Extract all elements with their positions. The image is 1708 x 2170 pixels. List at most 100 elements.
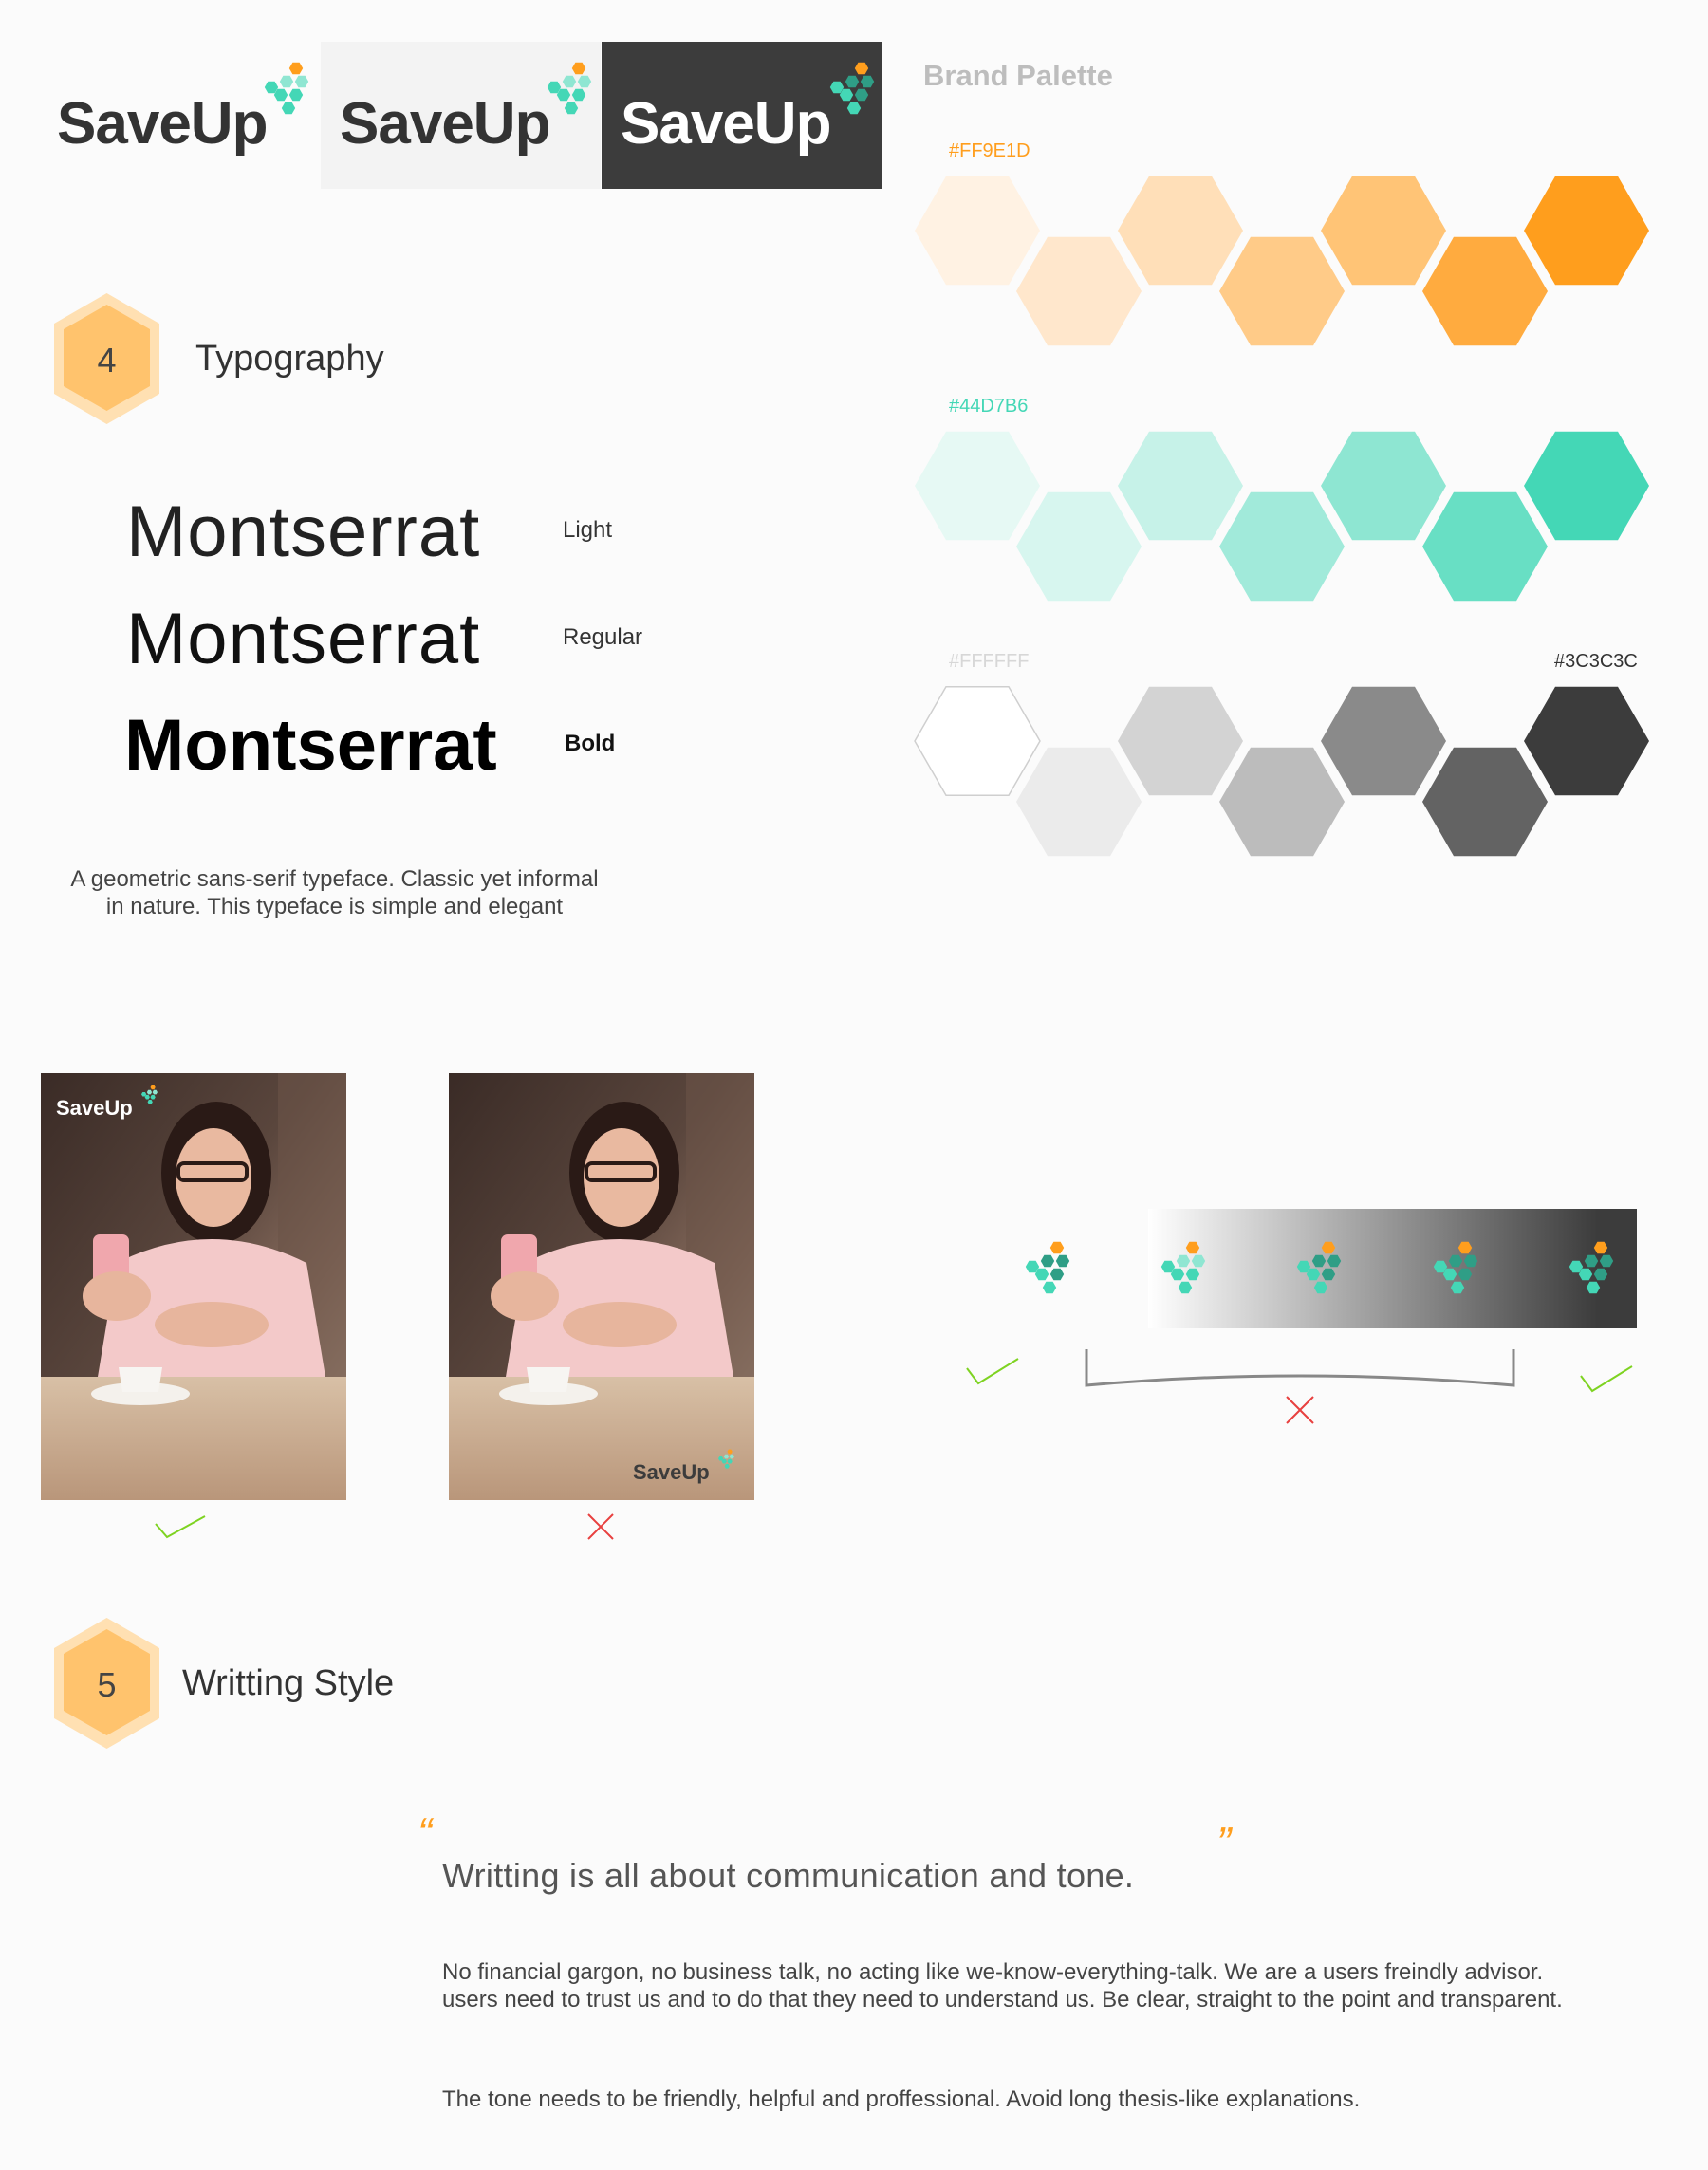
check-icon: [1580, 1365, 1633, 1393]
palette-swatches: [915, 431, 1649, 602]
hexagon-cluster-icon: [547, 62, 592, 115]
font-weight-label-light: Light: [563, 517, 613, 543]
hexagon-shape: [1219, 236, 1345, 346]
hexagon-shape: [1422, 236, 1548, 346]
hexagon-shape: [279, 75, 294, 88]
hexagon-shape: [854, 88, 869, 102]
cross-icon: [587, 1513, 614, 1540]
section-badge-typography: 4: [52, 291, 161, 426]
section-badge-writing: 5: [52, 1616, 161, 1751]
hexagon-shape: [1586, 1281, 1601, 1294]
logo-wordmark: SaveUp: [340, 91, 550, 157]
quote-open-icon: “: [418, 1808, 433, 1858]
hexagon-shape: [1524, 686, 1649, 796]
check-icon: [155, 1515, 206, 1539]
hexagon-shape: [1219, 491, 1345, 602]
hexagon-shape: [1055, 1254, 1070, 1268]
hexagon-shape: [571, 88, 586, 102]
typography-description: A geometric sans-serif typeface. Classic…: [70, 866, 599, 919]
hexagon-shape: [1311, 1254, 1327, 1268]
hexagon-shape: [1313, 1281, 1328, 1294]
hexagon-shape: [564, 102, 579, 115]
font-sample-regular: Montserrat: [126, 599, 481, 679]
logo-wordmark: SaveUp: [621, 91, 831, 157]
hexagon-shape: [1321, 176, 1446, 286]
hexagon-shape: [1118, 686, 1243, 796]
palette-swatches: [915, 176, 1649, 346]
hexagon-shape: [723, 1454, 730, 1459]
hexagon-cluster-icon: [264, 62, 309, 115]
font-weight-label-bold: Bold: [565, 731, 616, 756]
writing-paragraph-2: The tone needs to be friendly, helpful a…: [442, 2087, 1361, 2112]
hexagon-shape: [281, 102, 296, 115]
quote-close-icon: ”: [1216, 1818, 1232, 1867]
hexagon-shape: [1422, 491, 1548, 602]
section-number: 5: [97, 1665, 117, 1704]
hexagon-shape: [1321, 1268, 1336, 1281]
range-bracket: [1085, 1349, 1515, 1387]
logo-mark-hexes: [547, 62, 592, 115]
writing-paragraph-1: No financial gargon, no business talk, n…: [442, 1959, 1563, 2012]
hexagon-shape: [727, 1458, 733, 1464]
logo-variant-light: SaveUp: [321, 42, 601, 189]
hexagon-shape: [1450, 1281, 1465, 1294]
hexagon-shape: [1040, 1254, 1055, 1268]
photo-logo-text: SaveUp: [633, 1460, 710, 1484]
hexagon-shape: [727, 1449, 733, 1455]
woman-with-phone-photo: [41, 1073, 346, 1500]
logo-mark-hexes: [717, 1449, 734, 1469]
hexagon-shape: [146, 1089, 153, 1095]
hexagon-shape: [1463, 1254, 1478, 1268]
hexagon-shape: [1118, 431, 1243, 541]
woman-with-phone-photo: [449, 1073, 754, 1500]
hexagon-shape: [915, 176, 1040, 286]
hexagon-cluster-icon: [1160, 1241, 1206, 1294]
hexagon-shape: [1049, 1241, 1065, 1254]
hexagon-shape: [860, 75, 875, 88]
hexagon-shape: [150, 1094, 156, 1100]
palette-row-gray: #FFFFFF #3C3C3C: [911, 643, 1661, 871]
hexagon-cluster-icon: [717, 1449, 734, 1469]
section-title-typography: Typography: [195, 339, 384, 379]
hexagon-shape: [1422, 747, 1548, 857]
cross-icon: [1286, 1396, 1314, 1424]
hexagon-shape: [1185, 1268, 1200, 1281]
hexagon-shape: [1593, 1241, 1608, 1254]
palette-code-left: #FF9E1D: [949, 140, 1030, 161]
section-title-writing: Writting Style: [182, 1663, 395, 1703]
hexagon-shape: [1584, 1254, 1599, 1268]
hexagon-cluster-icon: [1433, 1241, 1478, 1294]
photo-example-incorrect: SaveUp: [449, 1073, 754, 1500]
hexagon-shape: [1457, 1241, 1473, 1254]
hexagon-shape: [288, 62, 304, 75]
hexagon-shape: [915, 431, 1040, 541]
hexagon-shape: [1321, 686, 1446, 796]
hexagon-cluster-icon: [1569, 1241, 1614, 1294]
hexagon-shape: [571, 62, 586, 75]
hexagon-shape: [1016, 491, 1142, 602]
font-weight-label-regular: Regular: [563, 624, 643, 650]
hexagon-shape: [846, 102, 862, 115]
hexagon-cluster-icon: [1025, 1241, 1070, 1294]
hexagon-shape: [1219, 747, 1345, 857]
hexagon-shape: [294, 75, 309, 88]
hexagon-shape: [562, 75, 577, 88]
hexagon-shape: [1457, 1268, 1473, 1281]
hexagon-shape: [1016, 747, 1142, 857]
hexagon-shape: [1599, 1254, 1614, 1268]
hexagon-shape: [1327, 1254, 1342, 1268]
hexagon-shape: [1016, 236, 1142, 346]
hexagon-shape: [1049, 1268, 1065, 1281]
palette-row-orange: #FF9E1D: [911, 133, 1661, 361]
logo-mark-hexes-dark: [829, 62, 875, 115]
palette-swatches: [914, 686, 1649, 857]
logo-mark-hexes-dark: [1296, 1241, 1342, 1294]
logo-variant-plain: SaveUp: [38, 42, 313, 189]
hexagon-shape: [147, 1100, 153, 1104]
hexagon-shape: [1321, 431, 1446, 541]
hexagon-shape: [1176, 1254, 1191, 1268]
hexagon-shape: [854, 62, 869, 75]
section-number: 4: [97, 341, 117, 380]
hexagon-cluster-icon: [829, 62, 875, 115]
hexagon-shape: [845, 75, 860, 88]
